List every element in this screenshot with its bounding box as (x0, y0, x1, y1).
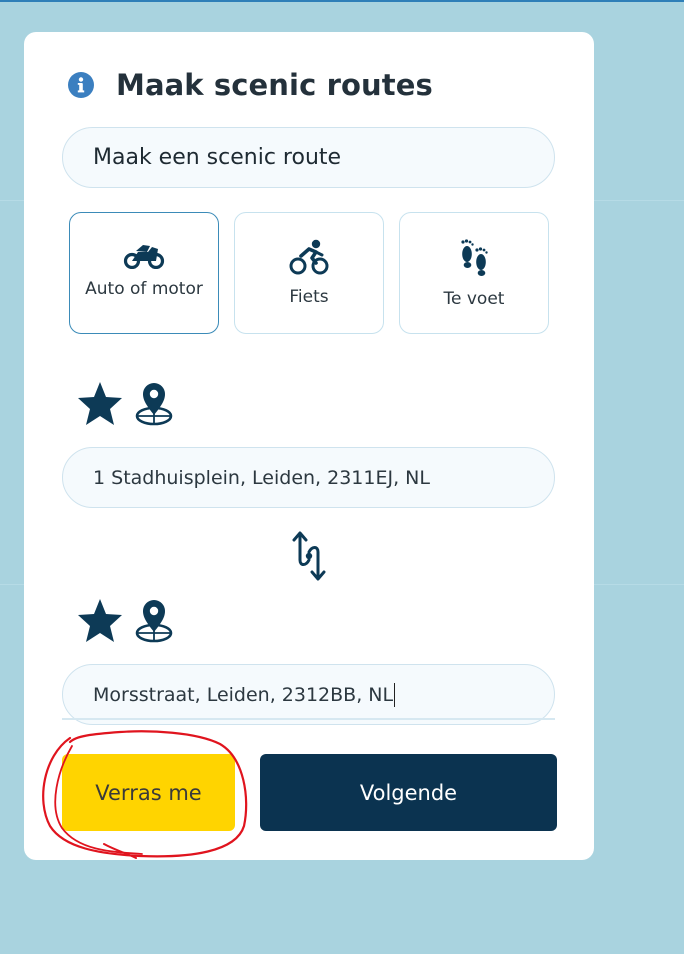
top-border (0, 0, 684, 2)
mode-car-motorbike[interactable]: Auto of motor (69, 212, 219, 334)
star-icon[interactable] (76, 598, 124, 644)
swap-locations-icon[interactable] (290, 530, 328, 582)
next-button[interactable]: Volgende (260, 754, 557, 831)
mode-label: Auto of motor (85, 279, 203, 299)
panel-header: Maak scenic routes (68, 68, 433, 102)
route-name-value: Maak een scenic route (93, 145, 342, 170)
star-icon[interactable] (76, 381, 124, 427)
panel-title: Maak scenic routes (116, 68, 433, 102)
start-location-value: 1 Stadhuisplein, Leiden, 2311EJ, NL (93, 466, 430, 489)
mode-label: Te voet (443, 289, 505, 309)
motorcycle-icon (70, 241, 218, 269)
start-location-input[interactable]: 1 Stadhuisplein, Leiden, 2311EJ, NL (62, 447, 555, 508)
cyclist-icon (235, 239, 383, 275)
location-pin-icon[interactable] (134, 381, 174, 427)
input-underline (62, 718, 555, 720)
route-name-input[interactable]: Maak een scenic route (62, 127, 555, 188)
start-location-actions (76, 381, 174, 427)
surprise-me-button[interactable]: Verras me (62, 754, 235, 831)
footprints-icon (400, 237, 548, 277)
mode-walk[interactable]: Te voet (399, 212, 549, 334)
destination-actions (76, 598, 174, 644)
location-pin-icon[interactable] (134, 598, 174, 644)
mode-bike[interactable]: Fiets (234, 212, 384, 334)
text-cursor (394, 682, 396, 707)
destination-input[interactable]: Morsstraat, Leiden, 2312BB, NL (62, 664, 555, 725)
destination-value: Morsstraat, Leiden, 2312BB, NL (93, 683, 394, 706)
info-icon[interactable] (68, 72, 94, 98)
scenic-route-panel: Maak scenic routes Maak een scenic route… (24, 32, 594, 860)
mode-label: Fiets (289, 287, 329, 307)
